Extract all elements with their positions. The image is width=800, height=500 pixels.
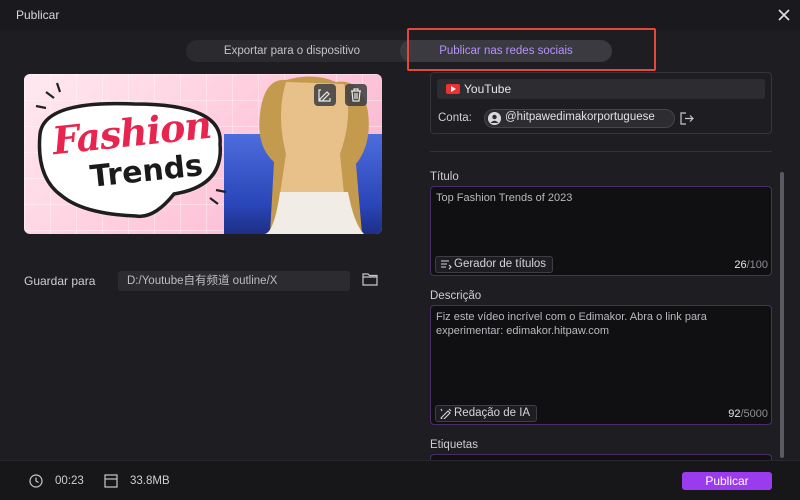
title-generator-icon (441, 260, 452, 270)
tab-export-device[interactable]: Exportar para o dispositivo (186, 40, 398, 62)
description-char-counter: 92/5000 (708, 408, 768, 420)
ai-writing-label: Redação de IA (454, 407, 531, 419)
close-icon[interactable] (775, 6, 793, 24)
footer-bar (0, 460, 800, 500)
account-name: @hitpawedimakorportuguese (505, 111, 655, 123)
platform-name: YouTube (464, 82, 512, 96)
video-duration: 00:23 (55, 475, 84, 487)
title-char-count: 26 (734, 259, 747, 271)
divider (430, 151, 772, 152)
description-char-max: /5000 (740, 408, 768, 420)
description-char-count: 92 (728, 408, 741, 420)
trash-icon (351, 88, 361, 102)
tab-publish-social[interactable]: Publicar nas redes sociais (400, 40, 612, 62)
title-generator-button[interactable]: Gerador de títulos (435, 256, 554, 273)
title-generator-label: Gerador de títulos (454, 258, 547, 270)
youtube-icon (446, 84, 460, 94)
file-size-icon (104, 474, 118, 488)
clock-icon (29, 474, 43, 488)
edit-icon (318, 89, 331, 102)
edit-thumbnail-button[interactable] (314, 84, 336, 106)
title-bar (0, 0, 800, 30)
save-to-label: Guardar para (24, 274, 96, 288)
logout-icon[interactable] (680, 112, 694, 125)
scrollbar[interactable] (780, 172, 784, 458)
window-title: Publicar (16, 8, 60, 22)
tags-label: Etiquetas (430, 439, 478, 451)
delete-thumbnail-button[interactable] (345, 84, 367, 106)
description-value: Fiz este vídeo incrível com o Edimakor. … (436, 311, 707, 337)
folder-icon[interactable] (362, 272, 378, 286)
video-thumbnail: Fashion Trends (24, 74, 382, 234)
title-label: Título (430, 171, 459, 183)
account-label: Conta: (438, 112, 472, 124)
ai-writing-button[interactable]: Redação de IA (435, 405, 538, 422)
title-value: Top Fashion Trends of 2023 (436, 192, 573, 204)
ai-pen-icon (440, 408, 452, 419)
title-char-counter: 26/100 (708, 259, 768, 271)
file-size: 33.8MB (130, 475, 170, 487)
save-path-field[interactable]: D:/Youtube自有频道 outline/X (118, 271, 350, 291)
tab-bar: Exportar para o dispositivo Publicar nas… (186, 40, 612, 62)
publish-button[interactable]: Publicar (682, 472, 772, 490)
description-label: Descrição (430, 290, 482, 302)
title-char-max: /100 (746, 259, 768, 271)
avatar-icon (488, 112, 501, 125)
